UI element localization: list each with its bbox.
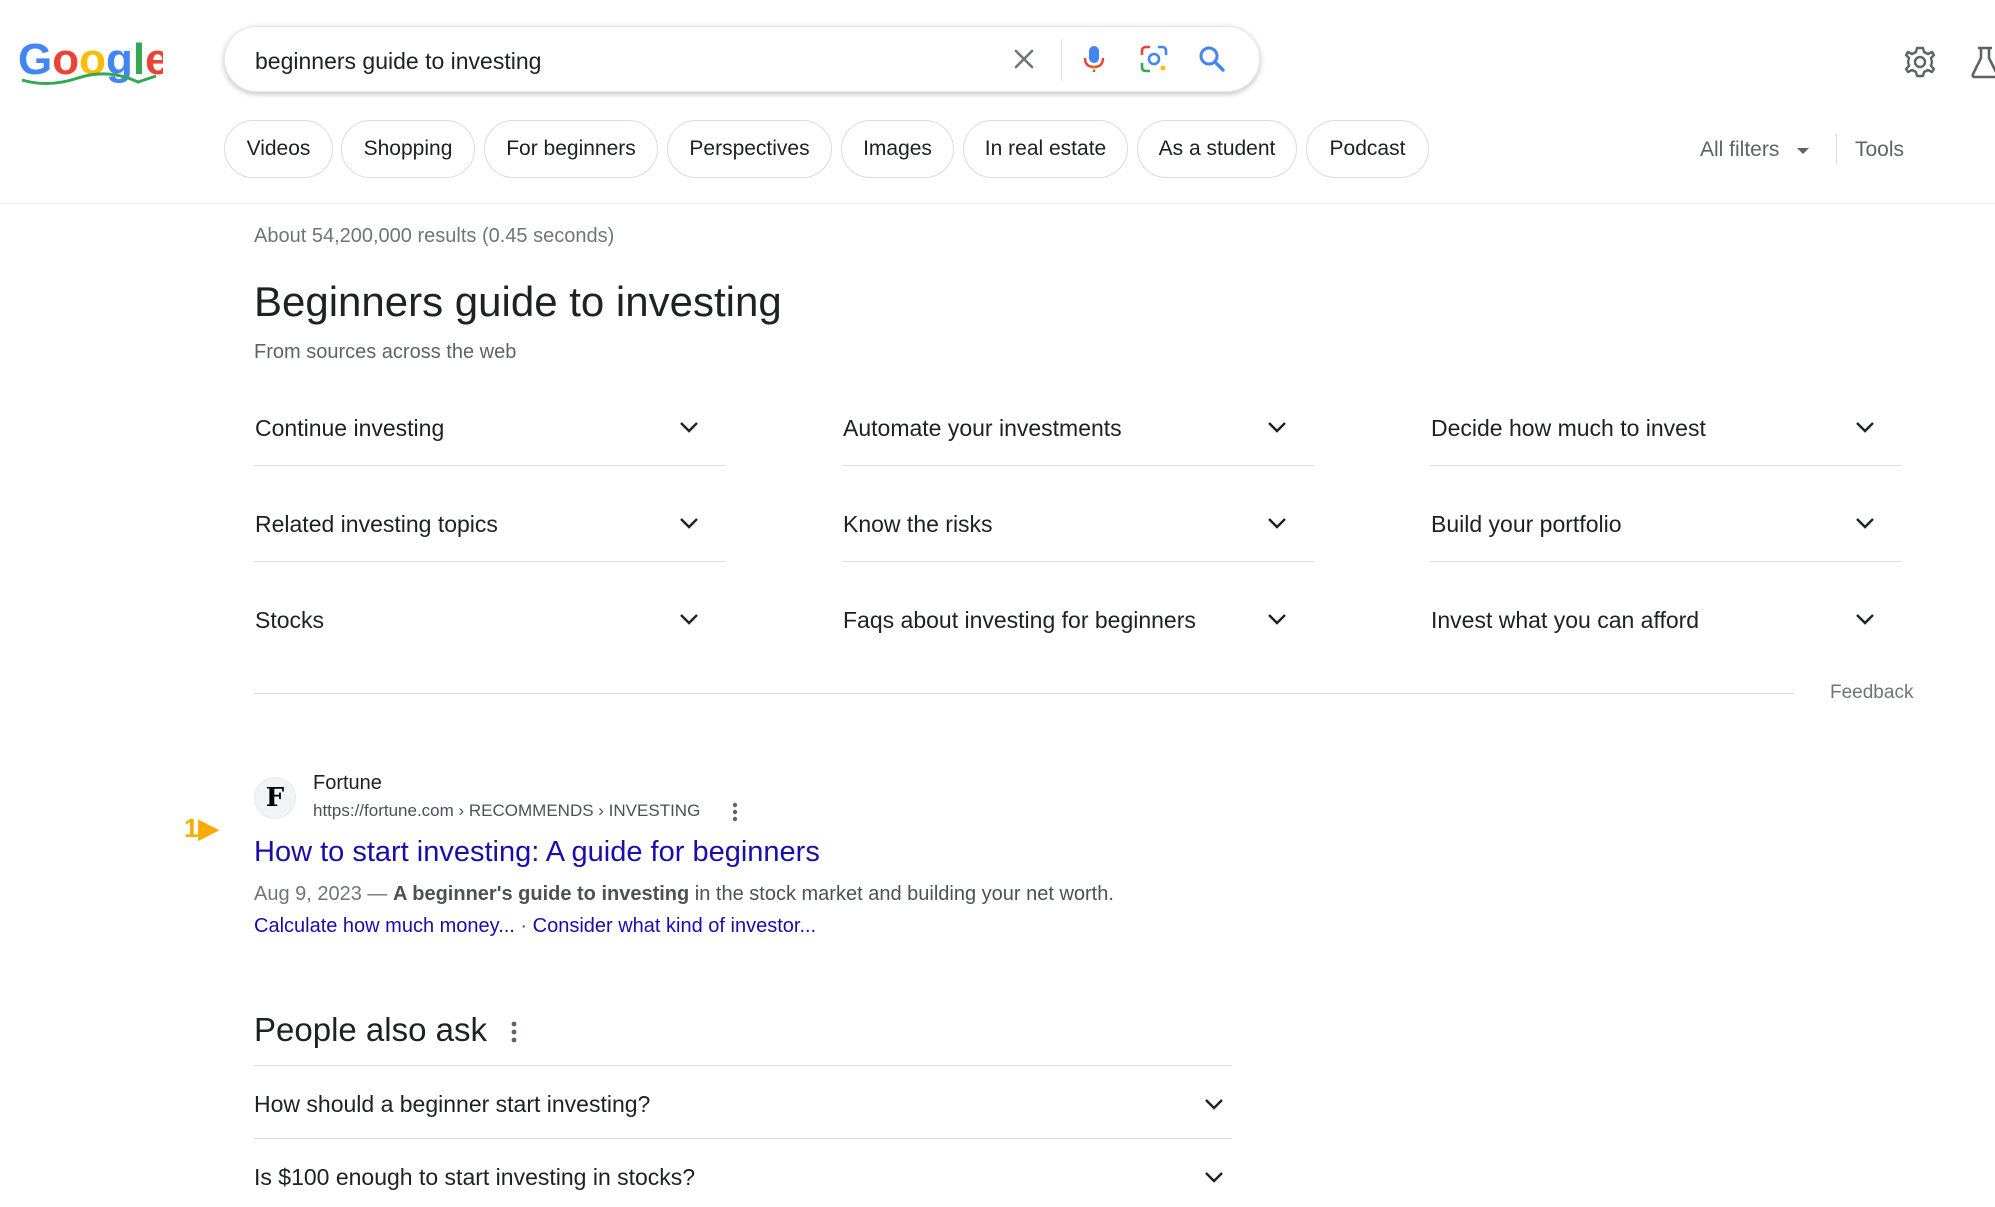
paa-divider	[254, 1065, 1232, 1066]
chip-podcast[interactable]: Podcast	[1306, 120, 1429, 178]
topic-related-investing-topics[interactable]: Related investing topics	[254, 513, 726, 609]
header-divider	[0, 203, 1995, 204]
chip-for-beginners[interactable]: For beginners	[484, 120, 658, 178]
sitelinks: Calculate how much money... · Consider w…	[254, 915, 816, 938]
topic-label: Decide how much to invest	[1431, 415, 1706, 441]
topic-stocks[interactable]: Stocks	[254, 609, 726, 705]
all-filters-button[interactable]: All filters	[1700, 138, 1779, 162]
snippet-highlight: A beginner's guide to investing	[392, 883, 690, 905]
google-doodle-logo[interactable]: Google	[18, 36, 163, 88]
chip-images[interactable]: Images	[841, 120, 954, 178]
results-stats: About 54,200,000 results (0.45 seconds)	[254, 225, 615, 247]
paa-divider	[254, 1138, 1232, 1139]
more-options-icon[interactable]	[509, 1020, 519, 1044]
topic-label: Know the risks	[843, 511, 993, 537]
chip-perspectives[interactable]: Perspectives	[667, 120, 832, 178]
chevron-down-icon	[1268, 518, 1286, 529]
guide-divider	[254, 693, 1794, 694]
topic-divider	[1430, 465, 1902, 466]
chevron-down-icon[interactable]	[1203, 1170, 1225, 1184]
caret-down-icon[interactable]	[1796, 146, 1810, 156]
search-box[interactable]: beginners guide to investing	[224, 26, 1260, 92]
topic-divider	[1430, 561, 1902, 562]
topic-divider	[842, 465, 1314, 466]
topic-automate-your-investments[interactable]: Automate your investments	[842, 417, 1314, 513]
tools-button[interactable]: Tools	[1855, 138, 1904, 162]
site-name[interactable]: Fortune	[313, 772, 382, 795]
chevron-down-icon[interactable]	[1203, 1097, 1225, 1111]
topic-label: Continue investing	[255, 415, 445, 441]
chevron-down-icon	[1268, 614, 1286, 625]
topic-know-the-risks[interactable]: Know the risks	[842, 513, 1314, 609]
guide-subtitle: From sources across the web	[254, 341, 517, 363]
topic-decide-how-much-to-invest[interactable]: Decide how much to invest	[1430, 417, 1902, 513]
more-options-icon[interactable]	[730, 801, 740, 823]
paa-question[interactable]: How should a beginner start investing?	[254, 1091, 650, 1118]
topic-divider	[254, 465, 726, 466]
chevron-down-icon	[1856, 518, 1874, 529]
labs-flask-icon[interactable]	[1968, 44, 1995, 80]
sitelink-investor-type[interactable]: Consider what kind of investor...	[533, 915, 816, 937]
chevron-down-icon	[1268, 422, 1286, 433]
chevron-down-icon	[1856, 422, 1874, 433]
sitelink-separator: ·	[514, 915, 533, 937]
people-also-ask-title: People also ask	[254, 1011, 487, 1048]
lens-icon[interactable]	[1138, 43, 1170, 75]
site-url[interactable]: https://fortune.com › RECOMMENDS › INVES…	[313, 801, 700, 821]
search-icon[interactable]	[1196, 43, 1228, 75]
result-snippet: Aug 9, 2023 — A beginner's guide to inve…	[254, 883, 1114, 906]
microphone-icon[interactable]	[1078, 43, 1110, 75]
chevron-down-icon	[1856, 614, 1874, 625]
topic-build-your-portfolio[interactable]: Build your portfolio	[1430, 513, 1902, 609]
topic-label: Automate your investments	[843, 415, 1122, 441]
topic-label: Invest what you can afford	[1431, 607, 1700, 633]
guide-title: Beginners guide to investing	[254, 278, 782, 325]
chip-as-a-student[interactable]: As a student	[1137, 120, 1297, 178]
chevron-down-icon	[680, 614, 698, 625]
sitelink-calculate[interactable]: Calculate how much money...	[254, 915, 515, 937]
clear-icon[interactable]	[1008, 43, 1040, 75]
chevron-down-icon	[680, 422, 698, 433]
result-date: Aug 9, 2023 —	[254, 883, 393, 905]
chip-in-real-estate[interactable]: In real estate	[963, 120, 1128, 178]
topic-continue-investing[interactable]: Continue investing	[254, 417, 726, 513]
snippet-text: in the stock market and building your ne…	[689, 883, 1114, 905]
topic-label: Stocks	[255, 607, 325, 633]
settings-gear-icon[interactable]	[1902, 44, 1938, 80]
topic-faqs-about-investing[interactable]: Faqs about investing for beginners	[842, 609, 1314, 705]
topic-label: Faqs about investing for beginners	[843, 607, 1196, 633]
search-input[interactable]: beginners guide to investing	[255, 48, 541, 75]
svg-text:Google: Google	[18, 36, 163, 84]
topic-label: Build your portfolio	[1431, 511, 1622, 537]
result-title-link[interactable]: How to start investing: A guide for begi…	[254, 836, 820, 869]
topic-divider	[842, 561, 1314, 562]
search-divider	[1061, 39, 1062, 81]
topic-label: Related investing topics	[255, 511, 498, 537]
chevron-down-icon	[680, 518, 698, 529]
topic-divider	[254, 561, 726, 562]
rank-marker: 1▶	[184, 813, 219, 843]
feedback-link[interactable]: Feedback	[1820, 682, 1914, 704]
paa-question[interactable]: Is $100 enough to start investing in sto…	[254, 1164, 695, 1191]
chip-videos[interactable]: Videos	[224, 120, 333, 178]
chip-shopping[interactable]: Shopping	[341, 120, 475, 178]
site-favicon[interactable]: F	[254, 777, 296, 819]
tools-divider	[1836, 134, 1837, 164]
